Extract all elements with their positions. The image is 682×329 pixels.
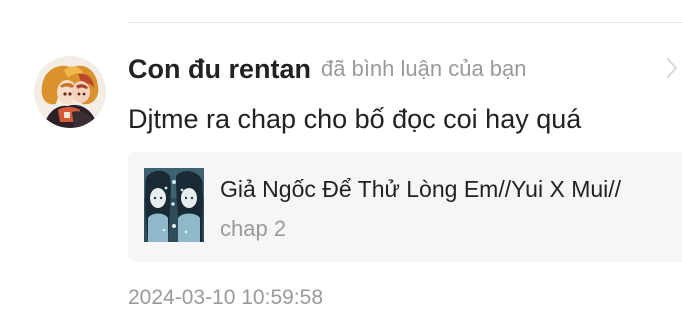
divider xyxy=(128,22,682,23)
story-card[interactable]: Giả Ngốc Để Thử Lòng Em//Yui X Mui// cha… xyxy=(128,152,682,262)
avatar[interactable] xyxy=(34,56,106,128)
timestamp: 2024-03-10 10:59:58 xyxy=(128,286,323,309)
notification-page: Con đu rentan đã bình luận của bạn Djtme… xyxy=(0,0,682,329)
story-title[interactable]: Giả Ngốc Để Thử Lòng Em//Yui X Mui// xyxy=(220,174,621,204)
avatar-image xyxy=(34,56,106,128)
action-text: đã bình luận của bạn xyxy=(321,56,527,81)
comment-text: Djtme ra chap cho bố đọc coi hay quá xyxy=(128,104,582,134)
user-name[interactable]: Con đu rentan xyxy=(128,52,311,86)
chevron-right-icon[interactable] xyxy=(663,56,681,80)
story-chapter: chap 2 xyxy=(220,216,287,241)
story-cover-image xyxy=(144,168,204,242)
